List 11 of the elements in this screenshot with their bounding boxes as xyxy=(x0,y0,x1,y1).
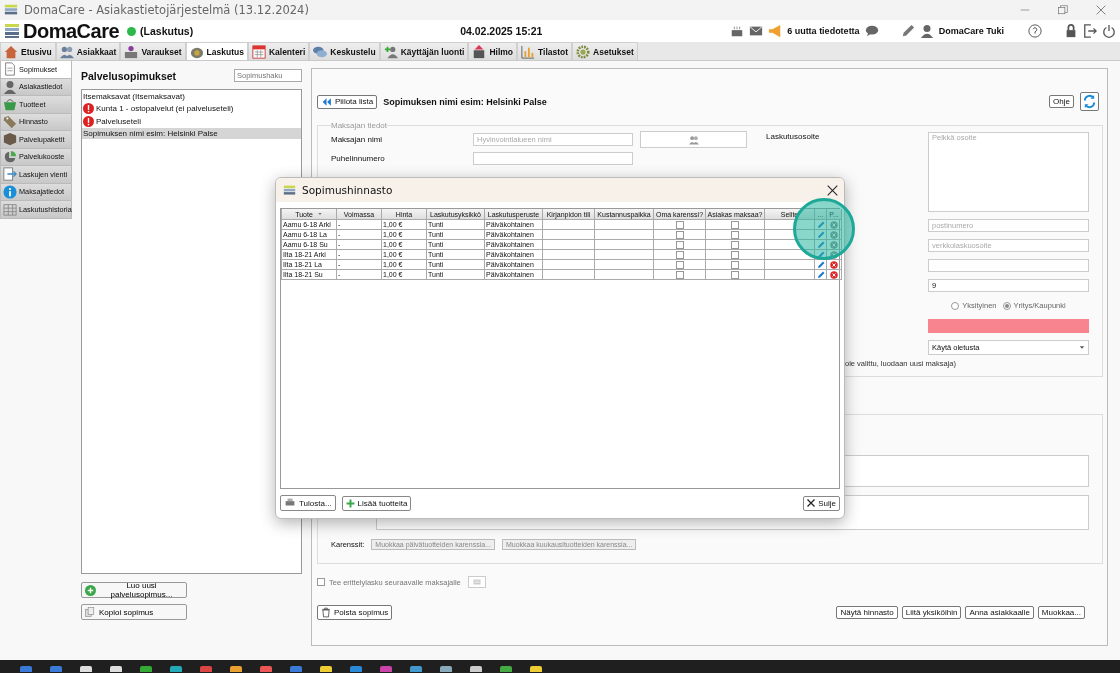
fieldset-legend: Maksajan tiedot xyxy=(331,121,388,130)
field-label: Maksajan nimi xyxy=(331,135,384,144)
list-title: Palvelusopimukset xyxy=(81,69,177,82)
date-time: 04.02.2025 15:21 xyxy=(460,25,544,37)
field-label: Puhelinnumero xyxy=(331,154,386,163)
window-title: DomaCare - Asiakastietojärjestelmä (13.12.2024) xyxy=(24,3,310,17)
module-status: (Laskutus) xyxy=(140,25,194,37)
dialog-title: Sopimushinnasto xyxy=(302,184,394,196)
field-label: Laskutusosoite xyxy=(766,132,820,141)
app-logo-text: DomaCare xyxy=(23,19,120,43)
contract-title: Sopimuksen nimi esim: Helsinki Palse xyxy=(383,96,548,107)
